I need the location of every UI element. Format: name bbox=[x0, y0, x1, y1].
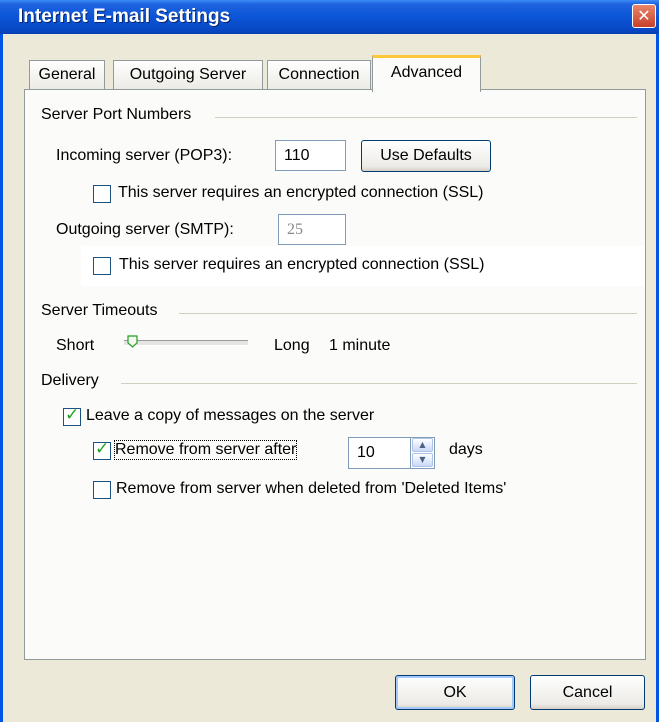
section-divider bbox=[215, 117, 637, 118]
use-defaults-button[interactable]: Use Defaults bbox=[361, 140, 491, 172]
spin-down-icon: ▼ bbox=[419, 455, 426, 464]
incoming-ssl-label: This server requires an encrypted connec… bbox=[118, 184, 484, 201]
button-label: Cancel bbox=[562, 684, 613, 701]
remove-deleted-checkbox[interactable] bbox=[93, 481, 111, 499]
remove-after-label: Remove from server after bbox=[113, 440, 298, 460]
incoming-port-input[interactable]: 110 bbox=[275, 140, 346, 171]
outgoing-server-label: Outgoing server (SMTP): bbox=[56, 221, 234, 238]
spin-up-button[interactable]: ▲ bbox=[412, 438, 433, 452]
remove-deleted-label: Remove from server when deleted from 'De… bbox=[116, 480, 507, 497]
dialog-title: Internet E-mail Settings bbox=[18, 6, 231, 27]
server-timeouts-heading: Server Timeouts bbox=[41, 302, 158, 319]
incoming-ssl-checkbox[interactable] bbox=[93, 185, 111, 203]
title-bar[interactable]: Internet E-mail Settings ✕ bbox=[0, 0, 659, 34]
tab-label: Connection bbox=[278, 66, 360, 83]
tab-outgoing-server[interactable]: Outgoing Server bbox=[113, 60, 263, 89]
outgoing-ssl-checkbox[interactable] bbox=[93, 257, 111, 275]
tab-label: Outgoing Server bbox=[129, 66, 247, 83]
timeout-slider-track[interactable] bbox=[124, 340, 248, 346]
tab-label: Advanced bbox=[390, 64, 463, 81]
button-label: Use Defaults bbox=[380, 147, 472, 164]
tab-label: General bbox=[38, 66, 96, 83]
spin-up-icon: ▲ bbox=[419, 440, 426, 449]
delivery-heading: Delivery bbox=[41, 372, 99, 389]
check-icon: ✓ bbox=[65, 405, 80, 425]
outgoing-port-input[interactable]: 25 bbox=[278, 214, 346, 245]
close-button[interactable]: ✕ bbox=[632, 4, 656, 28]
days-label: days bbox=[449, 441, 483, 458]
ok-button[interactable]: OK bbox=[395, 675, 515, 710]
button-label: OK bbox=[443, 684, 467, 701]
section-divider bbox=[121, 383, 637, 384]
advanced-tab-panel bbox=[24, 89, 646, 660]
tab-general[interactable]: General bbox=[29, 60, 105, 89]
slider-short-label: Short bbox=[56, 337, 95, 354]
remove-after-checkbox[interactable]: ✓ bbox=[93, 439, 111, 460]
timeout-value-label: 1 minute bbox=[329, 337, 391, 354]
slider-long-label: Long bbox=[274, 337, 310, 354]
leave-copy-label: Leave a copy of messages on the server bbox=[86, 407, 375, 424]
close-icon: ✕ bbox=[637, 6, 651, 25]
days-spinner[interactable]: ▲ ▼ bbox=[410, 437, 434, 469]
cancel-button[interactable]: Cancel bbox=[530, 675, 645, 710]
tab-connection[interactable]: Connection bbox=[267, 60, 371, 89]
incoming-server-label: Incoming server (POP3): bbox=[56, 147, 233, 164]
leave-copy-checkbox[interactable]: ✓ bbox=[63, 405, 81, 426]
spin-down-button[interactable]: ▼ bbox=[412, 453, 433, 467]
outgoing-ssl-label: This server requires an encrypted connec… bbox=[119, 256, 485, 273]
settings-dialog: Internet E-mail Settings ✕ General Outgo… bbox=[0, 0, 659, 722]
section-divider bbox=[179, 313, 637, 314]
server-port-numbers-heading: Server Port Numbers bbox=[41, 106, 192, 123]
check-icon: ✓ bbox=[95, 439, 110, 459]
timeout-slider-thumb[interactable] bbox=[127, 335, 138, 348]
tab-advanced[interactable]: Advanced bbox=[372, 55, 481, 92]
